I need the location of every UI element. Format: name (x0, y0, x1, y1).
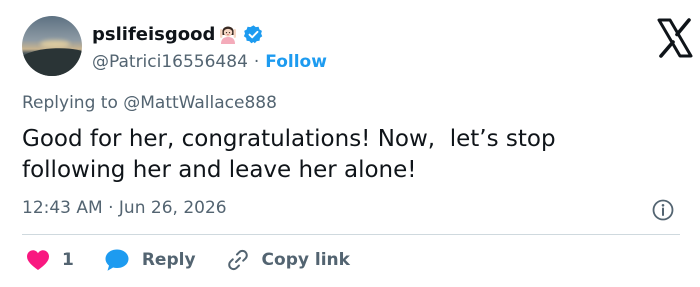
follow-button[interactable]: Follow (265, 52, 327, 72)
user-handle[interactable]: @Patrici16556484 (92, 52, 248, 72)
link-icon (227, 249, 248, 271)
info-icon[interactable] (651, 198, 675, 222)
replying-to-line: Replying to @MattWallace888 (22, 93, 277, 113)
heart-icon (27, 250, 49, 270)
tweet-time: 12:43 AM (22, 198, 103, 218)
divider (22, 234, 680, 235)
replying-to-mention[interactable]: @MattWallace888 (123, 93, 277, 113)
replying-to-label: Replying to (22, 93, 118, 113)
like-button[interactable]: 1 (26, 249, 74, 271)
timestamp-separator: · (108, 198, 114, 218)
x-logo-icon[interactable] (651, 16, 699, 60)
display-name[interactable]: pslifeisgood (92, 24, 215, 45)
copy-link-button[interactable]: Copy link (226, 248, 350, 272)
reply-button[interactable]: Reply (104, 248, 196, 272)
tweet-header: pslifeisgood @Patrici16556484 · Follow (22, 16, 693, 80)
handle-separator: · (253, 52, 260, 72)
avatar-sunset-glow (40, 40, 70, 48)
copy-link-label: Copy link (261, 250, 350, 270)
person-gesturing-ok-emoji-icon (217, 23, 239, 45)
speech-bubble-icon (105, 249, 129, 271)
like-count: 1 (62, 250, 74, 270)
tweet-timestamp[interactable]: 12:43 AM · Jun 26, 2026 (22, 198, 227, 218)
tweet-date: Jun 26, 2026 (118, 198, 227, 218)
tweet-text: Good for her, congratulations! Now, let’… (22, 126, 556, 183)
avatar[interactable] (22, 16, 82, 76)
verified-badge-icon[interactable] (243, 24, 264, 45)
handle-line: @Patrici16556484 · Follow (92, 50, 327, 74)
action-bar: 1 Reply Copy link (26, 246, 380, 274)
reply-label: Reply (141, 250, 196, 270)
avatar-landscape (22, 43, 82, 76)
user-line: pslifeisgood (92, 22, 264, 46)
